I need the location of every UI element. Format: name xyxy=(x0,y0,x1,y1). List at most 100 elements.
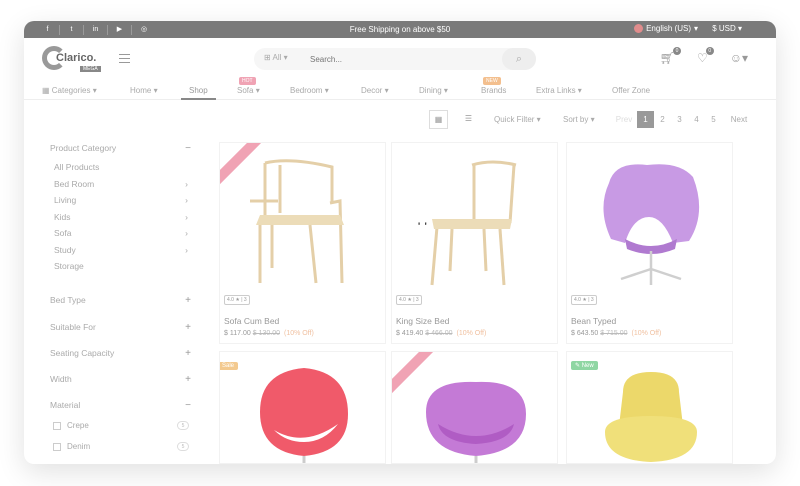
cart-icon[interactable]: 🛒︎ 0 xyxy=(660,47,681,65)
page-2[interactable]: 2 xyxy=(654,111,671,128)
filter-material[interactable]: Material − xyxy=(50,400,191,411)
product-card[interactable]: Sale xyxy=(219,351,386,464)
logo[interactable]: Clarico. MEGA xyxy=(42,46,112,74)
category-item[interactable]: Study › xyxy=(54,245,188,262)
checkbox[interactable] xyxy=(53,442,61,451)
chair-image xyxy=(603,164,700,285)
chevron-right-icon: › xyxy=(185,228,188,238)
nav-home[interactable]: Home ▾ xyxy=(130,86,158,95)
category-item[interactable]: All Products xyxy=(54,162,188,179)
chair-image xyxy=(250,159,344,284)
category-list: All Products Bed Room › Living › Kids › Sof… xyxy=(54,162,200,278)
sale-tag: Sale xyxy=(220,362,239,370)
hot-badge: HOT xyxy=(239,77,256,85)
rating-badge: 4.0 ★ | 3 xyxy=(396,295,422,305)
prev-page[interactable]: Prev xyxy=(611,111,637,128)
grid-view-button[interactable]: ▦ xyxy=(429,110,448,129)
nav-brands[interactable]: NEW Brands xyxy=(481,77,506,95)
rating-badge: 4.0 ★ | 3 xyxy=(224,295,250,305)
browser-frame: f t in ▶ ◎ Free Shipping on above $50 En… xyxy=(24,21,776,464)
currency-label: $ USD xyxy=(712,24,736,33)
filter-seating-capacity[interactable]: Seating Capacity + xyxy=(50,348,191,359)
product-card[interactable]: 4.0 ★ | 3 King Size Bed $ 419.40 $ 466.00… xyxy=(391,142,558,344)
search-category-select[interactable]: ⊞ All ▾ xyxy=(264,53,288,62)
product-price: $ 643.50 $ 715.00 (10% Off) xyxy=(571,330,662,337)
category-item[interactable]: Bed Room › xyxy=(54,179,188,196)
product-card[interactable]: ✎ New xyxy=(566,351,733,464)
next-page[interactable]: Next xyxy=(726,111,752,128)
filter-width[interactable]: Width + xyxy=(50,374,191,385)
pagination: Prev 1 2 3 4 5 Next xyxy=(611,111,752,128)
chevron-right-icon: › xyxy=(185,178,188,189)
nav-extra-links[interactable]: Extra Links ▾ xyxy=(536,86,582,95)
wishlist-count: 0 xyxy=(705,47,714,55)
header: Clarico. MEGA ⊞ All ▾ ⌕ 🛒︎0 ♡0 ☺▾ xyxy=(24,38,776,82)
product-price: $ 117.00 $ 130.00 (10% Off) xyxy=(224,330,314,337)
category-item[interactable]: Kids › xyxy=(54,212,188,229)
product-image[interactable]: Sale xyxy=(220,352,385,463)
material-option[interactable]: Crepe 5 xyxy=(53,421,189,430)
chair-image xyxy=(260,368,348,463)
product-name[interactable]: Sofa Cum Bed xyxy=(224,316,279,326)
user-icon[interactable]: ☺▾ xyxy=(730,51,748,65)
product-card[interactable] xyxy=(391,351,558,464)
checkbox[interactable] xyxy=(53,421,61,430)
nav-offer-zone[interactable]: Offer Zone xyxy=(612,86,650,95)
product-name[interactable]: Bean Typed xyxy=(571,316,616,326)
quick-filter-dropdown[interactable]: Quick Filter ▾ xyxy=(494,115,541,124)
product-image[interactable] xyxy=(392,143,557,290)
nav-decor[interactable]: Decor ▾ xyxy=(361,86,389,95)
language-selector[interactable]: English (US) ▾ xyxy=(634,24,698,33)
sort-by-dropdown[interactable]: Sort by ▾ xyxy=(563,115,595,124)
product-card[interactable]: 4.0 ★ | 3 Bean Typed $ 643.50 $ 715.00 (10… xyxy=(566,142,733,344)
mouse-cursor-icon: ' ' xyxy=(418,221,428,231)
search-input[interactable] xyxy=(310,52,490,66)
product-image[interactable] xyxy=(392,352,557,463)
expand-icon: + xyxy=(185,348,191,359)
chevron-down-icon: ▾ xyxy=(737,24,742,33)
filter-bed-type[interactable]: Bed Type + xyxy=(50,295,191,306)
chevron-right-icon: › xyxy=(185,211,188,222)
list-view-button[interactable]: ☰ xyxy=(459,110,478,129)
material-option[interactable]: Denim 5 xyxy=(53,442,189,451)
grid-icon: ▦ xyxy=(434,115,443,124)
chevron-right-icon: › xyxy=(185,244,188,255)
flag-icon xyxy=(634,24,644,33)
nav-bedroom[interactable]: Bedroom ▾ xyxy=(290,86,329,95)
main-nav: ▦ Categories ▾ Home ▾ Shop HOT Sofa ▾ Bed… xyxy=(24,77,776,100)
product-image[interactable] xyxy=(220,143,385,290)
product-category-header[interactable]: Product Category − xyxy=(50,143,191,154)
product-name[interactable]: King Size Bed xyxy=(396,316,449,326)
product-card[interactable]: 4.0 ★ | 3 Sofa Cum Bed $ 117.00 $ 130.00(… xyxy=(219,142,386,344)
chair-image xyxy=(430,160,517,286)
page-5[interactable]: 5 xyxy=(705,111,722,128)
logo-text: Clarico. xyxy=(56,52,97,64)
wishlist-icon[interactable]: ♡ 0 xyxy=(697,47,714,65)
category-item[interactable]: Storage xyxy=(54,261,188,278)
filter-suitable-for[interactable]: Suitable For + xyxy=(50,322,191,333)
new-tag: ✎ New xyxy=(571,361,598,370)
nav-sofa[interactable]: HOT Sofa ▾ xyxy=(237,77,260,95)
product-image[interactable] xyxy=(567,143,732,290)
nav-categories[interactable]: ▦ Categories ▾ xyxy=(42,86,97,95)
page-3[interactable]: 3 xyxy=(671,111,688,128)
chevron-right-icon: › xyxy=(185,195,188,205)
menu-icon[interactable] xyxy=(119,54,130,63)
collapse-icon: − xyxy=(185,400,191,411)
category-item[interactable]: Living › xyxy=(54,195,188,212)
category-item[interactable]: Sofa › xyxy=(54,228,188,245)
nav-shop[interactable]: Shop xyxy=(181,86,216,100)
language-label: English (US) xyxy=(646,24,691,33)
search-bar: ⊞ All ▾ ⌕ xyxy=(254,48,536,70)
count-badge: 5 xyxy=(177,442,189,451)
page-1[interactable]: 1 xyxy=(637,111,654,128)
list-icon: ☰ xyxy=(464,114,473,123)
top-bar: f t in ▶ ◎ Free Shipping on above $50 En… xyxy=(24,21,776,38)
logo-badge: MEGA xyxy=(80,66,101,72)
currency-selector[interactable]: $ USD ▾ xyxy=(712,24,742,33)
product-image[interactable]: ✎ New xyxy=(567,352,732,463)
page-4[interactable]: 4 xyxy=(688,111,705,128)
rating-badge: 4.0 ★ | 3 xyxy=(571,295,597,305)
nav-dining[interactable]: Dining ▾ xyxy=(419,86,448,95)
search-icon[interactable]: ⌕ xyxy=(502,48,536,70)
